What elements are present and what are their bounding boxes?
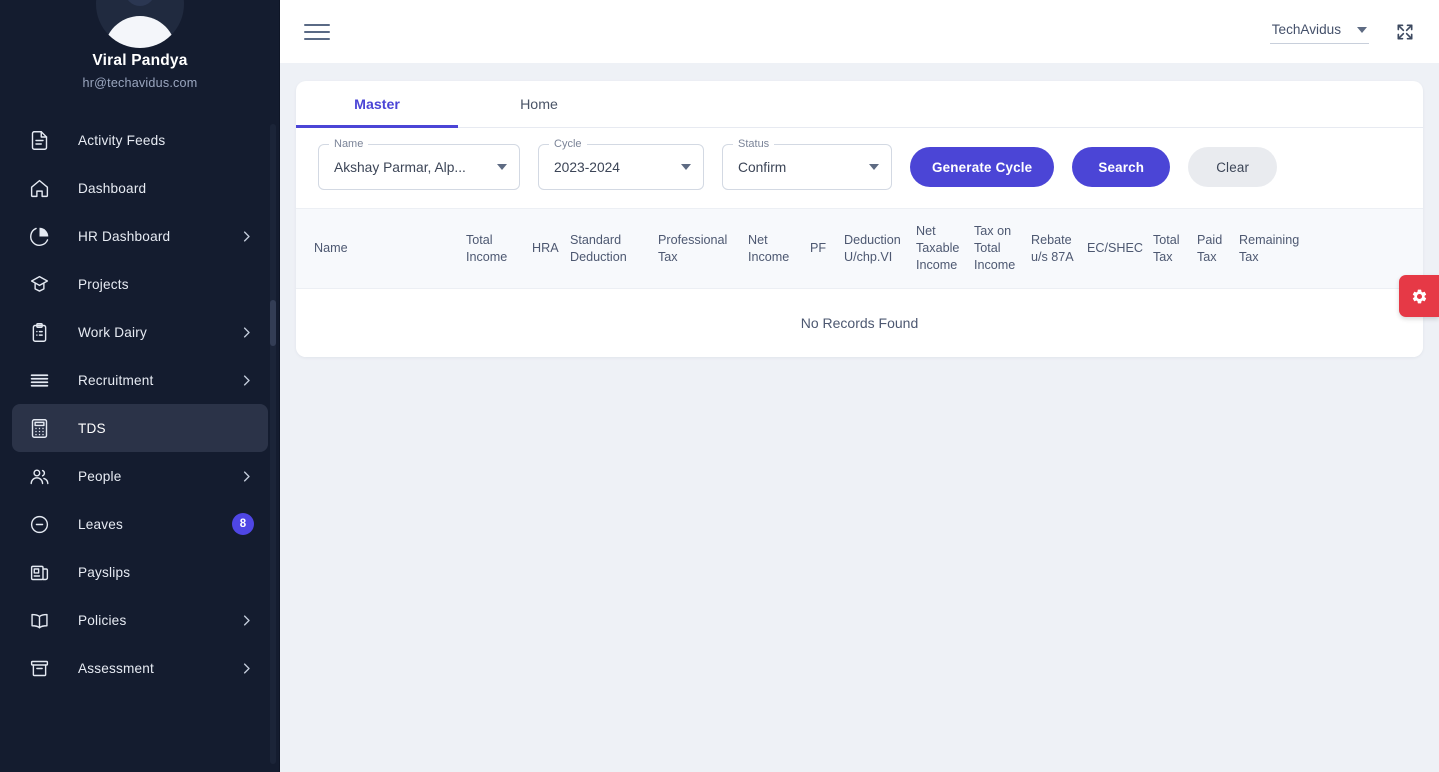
table-header-row: Name Total Income HRA Standard Deduction Pro… (296, 209, 1423, 289)
table-header-cell: PF (810, 241, 827, 255)
list-icon (28, 369, 50, 391)
sidebar-item-people[interactable]: People (12, 452, 268, 500)
sidebar-scrollbar-track[interactable] (270, 124, 276, 764)
table-header-cell: Standard Deduction (570, 232, 627, 264)
table-header-cell: HRA (532, 241, 559, 255)
cycle-select[interactable]: Cycle 2023-2024 (538, 137, 704, 190)
search-button[interactable]: Search (1072, 147, 1171, 187)
profile-name: Viral Pandya (92, 52, 188, 69)
sidebar-item-label: Dashboard (78, 180, 147, 196)
sidebar-item-label: Projects (78, 276, 129, 292)
chevron-down-icon (497, 164, 507, 170)
status-select[interactable]: Status Confirm (722, 137, 892, 190)
empty-state-message: No Records Found (296, 289, 1423, 357)
chevron-right-icon (239, 373, 254, 388)
chevron-right-icon (239, 229, 254, 244)
tab-home[interactable]: Home (458, 81, 620, 127)
name-select-value: Akshay Parmar, Alp... (334, 159, 466, 175)
chevron-down-icon (681, 164, 691, 170)
sidebar-item-leaves[interactable]: Leaves 8 (12, 500, 268, 548)
table-header-cell: Paid Tax (1197, 232, 1223, 264)
clear-button[interactable]: Clear (1188, 147, 1278, 187)
chevron-right-icon (239, 469, 254, 484)
table-header-cell: Total Income (466, 232, 508, 264)
sidebar-item-label: TDS (78, 420, 106, 436)
main-area: TechAvidus Master Home Name Akshay Parma… (280, 0, 1439, 772)
chevron-right-icon (239, 661, 254, 676)
table-header-cell: Professional Tax (658, 232, 728, 264)
tab-bar: Master Home (296, 81, 1423, 128)
sidebar-item-dashboard[interactable]: Dashboard (12, 164, 268, 212)
chevron-right-icon (239, 325, 254, 340)
sidebar-item-label: Activity Feeds (78, 132, 166, 148)
minus-circle-icon (28, 513, 50, 535)
table-header-cell: Name (314, 241, 348, 255)
chevron-down-icon (869, 164, 879, 170)
document-icon (28, 129, 50, 151)
sidebar-item-label: Assessment (78, 660, 155, 676)
newspaper-icon (28, 561, 50, 583)
sidebar-item-recruitment[interactable]: Recruitment (12, 356, 268, 404)
table-header-cell: Deduction U/chp.VI (844, 232, 901, 264)
sidebar-scrollbar-thumb[interactable] (270, 300, 276, 346)
sidebar-item-label: Work Dairy (78, 324, 147, 340)
filter-bar: Name Akshay Parmar, Alp... Cycle 2023-20… (296, 128, 1423, 209)
table-header-cell: Rebate u/s 87A (1031, 232, 1074, 264)
name-select[interactable]: Name Akshay Parmar, Alp... (318, 137, 520, 190)
pie-chart-icon (28, 225, 50, 247)
sidebar-item-policies[interactable]: Policies (12, 596, 268, 644)
org-selector[interactable]: TechAvidus (1269, 19, 1369, 44)
sidebar-item-label: HR Dashboard (78, 228, 171, 244)
archive-icon (28, 657, 50, 679)
app-root: Viral Pandya hr@techavidus.com Activity … (0, 0, 1439, 772)
topbar-actions: TechAvidus (1269, 19, 1417, 44)
chevron-down-icon (1357, 26, 1367, 33)
table-header-cell: Remaining Tax (1239, 232, 1300, 264)
sidebar: Viral Pandya hr@techavidus.com Activity … (0, 0, 280, 772)
tds-card: Master Home Name Akshay Parmar, Alp... Cy… (296, 81, 1423, 357)
cycle-select-value: 2023-2024 (554, 159, 620, 175)
table-header-cell: Tax on Total Income (974, 224, 1016, 272)
sidebar-item-assessment[interactable]: Assessment (12, 644, 268, 692)
avatar[interactable] (96, 0, 184, 48)
chevron-right-icon (239, 613, 254, 628)
tab-master[interactable]: Master (296, 81, 458, 128)
org-name-label: TechAvidus (1271, 22, 1341, 37)
content-area: Master Home Name Akshay Parmar, Alp... Cy… (280, 63, 1439, 772)
settings-tab-button[interactable] (1399, 275, 1439, 317)
sidebar-item-tds[interactable]: TDS (12, 404, 268, 452)
table-header-cell: Net Taxable Income (916, 224, 960, 272)
sidebar-item-badge: 8 (232, 513, 254, 535)
sidebar-item-label: Recruitment (78, 372, 154, 388)
people-icon (28, 465, 50, 487)
profile-email: hr@techavidus.com (82, 76, 198, 90)
table-header-cell: EC/SHEC (1087, 241, 1143, 255)
sidebar-item-projects[interactable]: Projects (12, 260, 268, 308)
sidebar-item-hr-dashboard[interactable]: HR Dashboard (12, 212, 268, 260)
sidebar-item-label: People (78, 468, 122, 484)
table-header-cell: Total Tax (1153, 232, 1180, 264)
clipboard-icon (28, 321, 50, 343)
sidebar-nav: Activity Feeds Dashboard HR Dashboard Proje… (0, 116, 280, 692)
projects-icon (28, 273, 50, 295)
calculator-icon (28, 417, 50, 439)
generate-cycle-button[interactable]: Generate Cycle (910, 147, 1055, 187)
sidebar-item-work-dairy[interactable]: Work Dairy (12, 308, 268, 356)
hamburger-icon[interactable] (304, 19, 330, 45)
table-header-cell: Net Income (748, 232, 790, 264)
sidebar-item-activity-feeds[interactable]: Activity Feeds (12, 116, 268, 164)
sidebar-item-label: Policies (78, 612, 127, 628)
gear-icon (1412, 289, 1426, 303)
book-icon (28, 609, 50, 631)
sidebar-item-label: Payslips (78, 564, 131, 580)
fullscreen-icon[interactable] (1393, 20, 1417, 44)
home-icon (28, 177, 50, 199)
sidebar-item-label: Leaves (78, 516, 124, 532)
sidebar-item-payslips[interactable]: Payslips (12, 548, 268, 596)
status-select-value: Confirm (738, 159, 787, 175)
topbar: TechAvidus (280, 0, 1439, 63)
